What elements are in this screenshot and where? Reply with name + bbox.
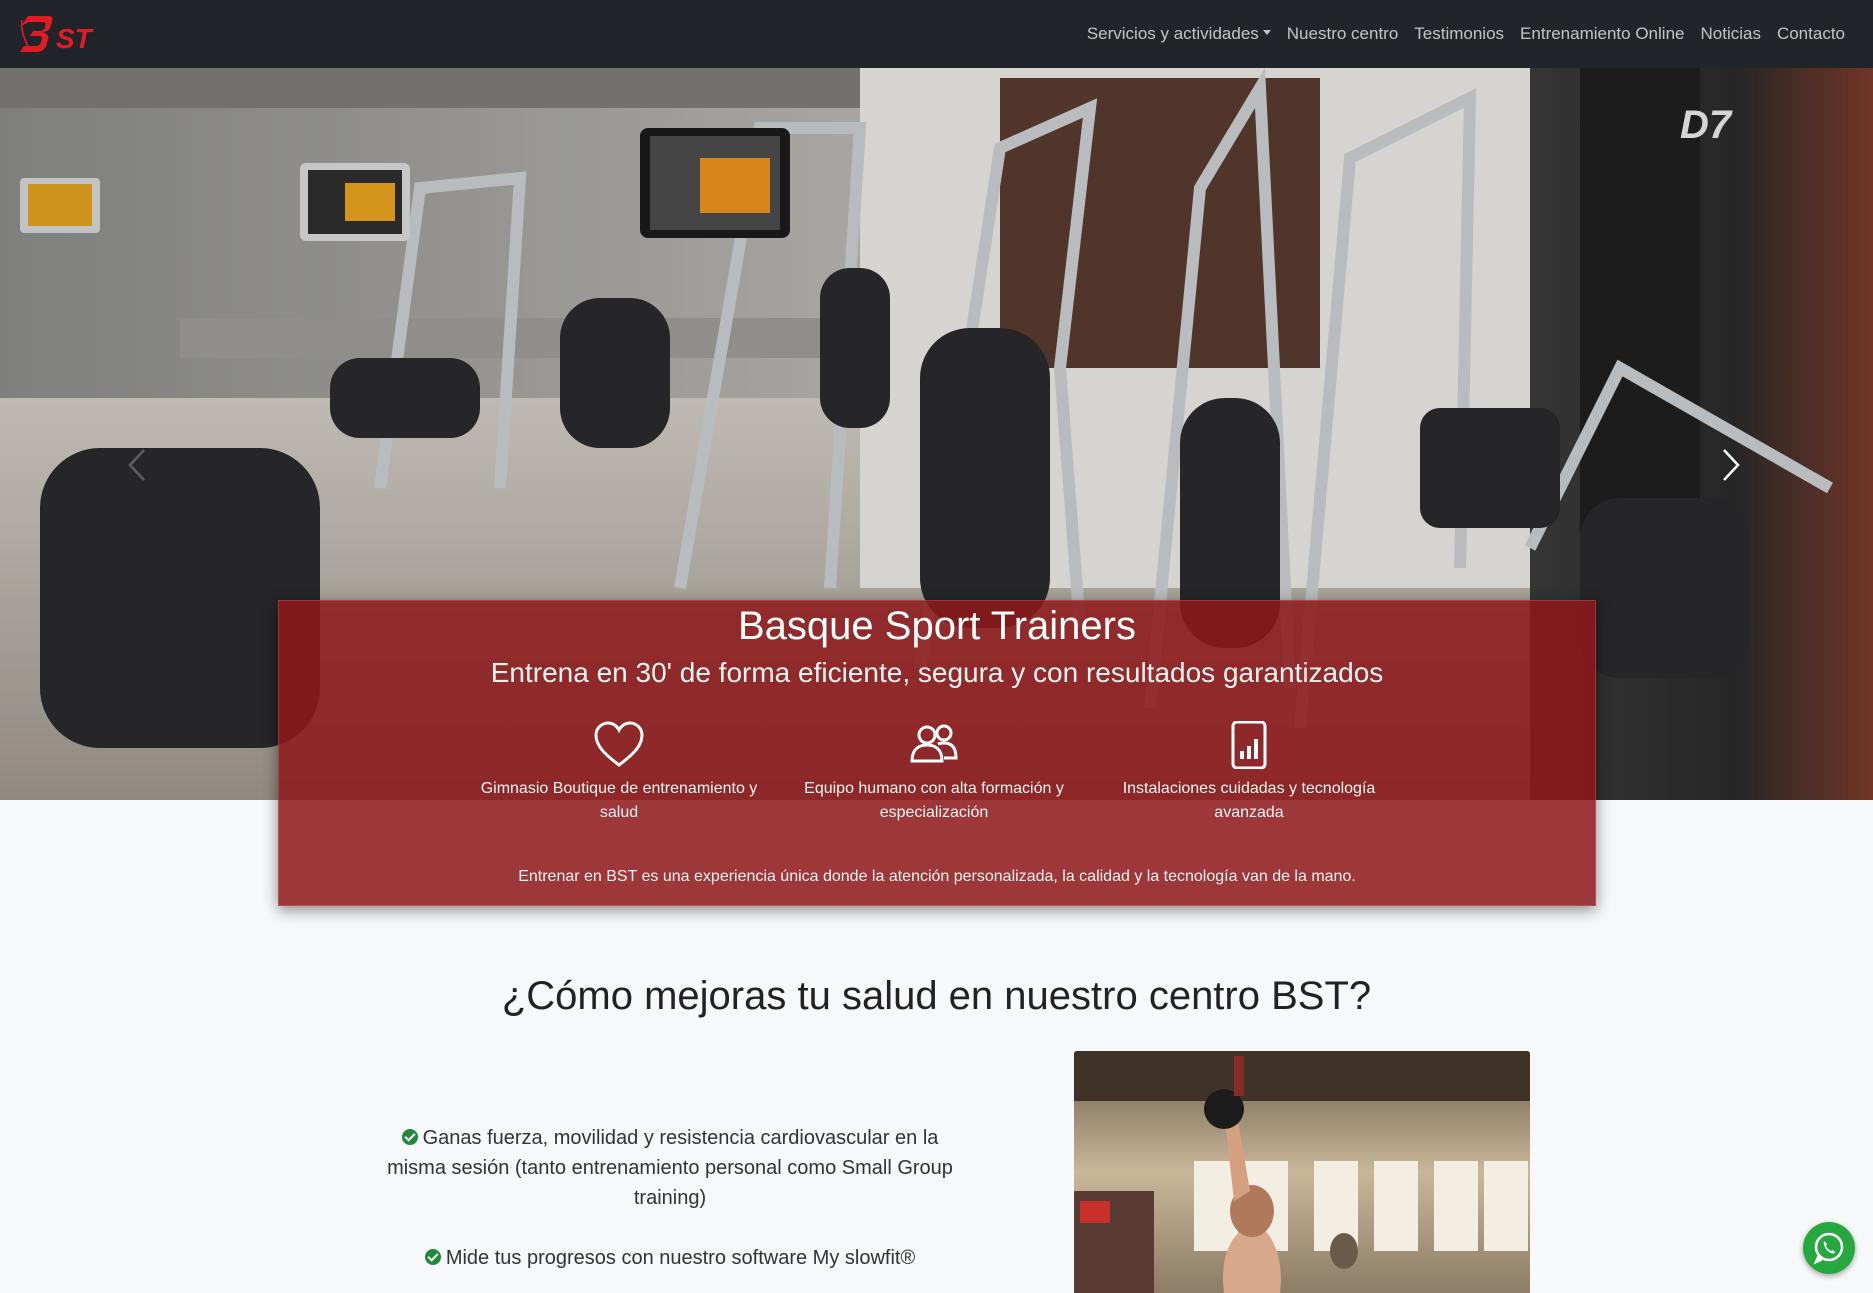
training-photo [1074,1051,1530,1293]
bst-logo[interactable]: ST [18,10,110,56]
check-circle-icon [401,1129,418,1145]
benefit-text: Ganas fuerza, movilidad y resistencia ca… [387,1127,953,1209]
feature-instalaciones: Instalaciones cuidadas y tecnología avan… [1099,721,1399,825]
hero-subtitle: Entrena en 30' de forma eficiente, segur… [490,657,1384,688]
hero-title: Basque Sport Trainers [738,604,1136,648]
feature-text: Equipo humano con alta formación y espec… [804,780,1064,821]
people-icon [910,724,958,763]
nav-item-contacto[interactable]: Contacto [1769,24,1853,44]
carousel-prev-icon[interactable] [128,448,146,482]
whatsapp-icon [1813,1232,1844,1265]
benefit-item: Ganas fuerza, movilidad y resistencia ca… [370,1123,970,1213]
navbar: ST Servicios y actividades Nuestro centr… [0,0,1873,68]
benefits-list: Ganas fuerza, movilidad y resistencia ca… [370,1123,970,1293]
feature-text: Gimnasio Boutique de entrenamiento y sal… [480,780,758,821]
feature-text: Instalaciones cuidadas y tecnología avan… [1122,780,1376,821]
feature-equipo: Equipo humano con alta formación y espec… [784,721,1084,825]
section-title: ¿Cómo mejoras tu salud en nuestro centro… [501,974,1372,1018]
main-nav: Servicios y actividades Nuestro centro T… [1079,0,1853,68]
nav-item-servicios[interactable]: Servicios y actividades [1079,24,1279,44]
nav-item-noticias[interactable]: Noticias [1692,24,1768,44]
nav-item-entrenamiento-online[interactable]: Entrenamiento Online [1512,24,1692,44]
whatsapp-button[interactable] [1803,1222,1855,1274]
carousel-next-icon[interactable] [1722,448,1740,482]
nav-item-nuestro-centro[interactable]: Nuestro centro [1279,24,1407,44]
heart-icon [594,721,644,767]
chart-icon [1231,721,1267,769]
hero-tagline: Entrenar en BST es una experiencia única… [518,868,1356,885]
feature-boutique: Gimnasio Boutique de entrenamiento y sal… [469,721,769,825]
caret-down-icon [1262,30,1271,36]
health-section: ¿Cómo mejoras tu salud en nuestro centro… [0,955,1873,1293]
nav-item-testimonios[interactable]: Testimonios [1406,24,1512,44]
svg-text:ST: ST [56,23,95,54]
nav-label: Servicios y actividades [1086,24,1259,43]
benefit-text: Mide tus progresos con nuestro software … [445,1247,916,1269]
hero-caption-box: Basque Sport Trainers Entrena en 30' de … [278,600,1596,906]
check-circle-icon [424,1249,441,1265]
benefit-item: Mide tus progresos con nuestro software … [370,1243,970,1273]
